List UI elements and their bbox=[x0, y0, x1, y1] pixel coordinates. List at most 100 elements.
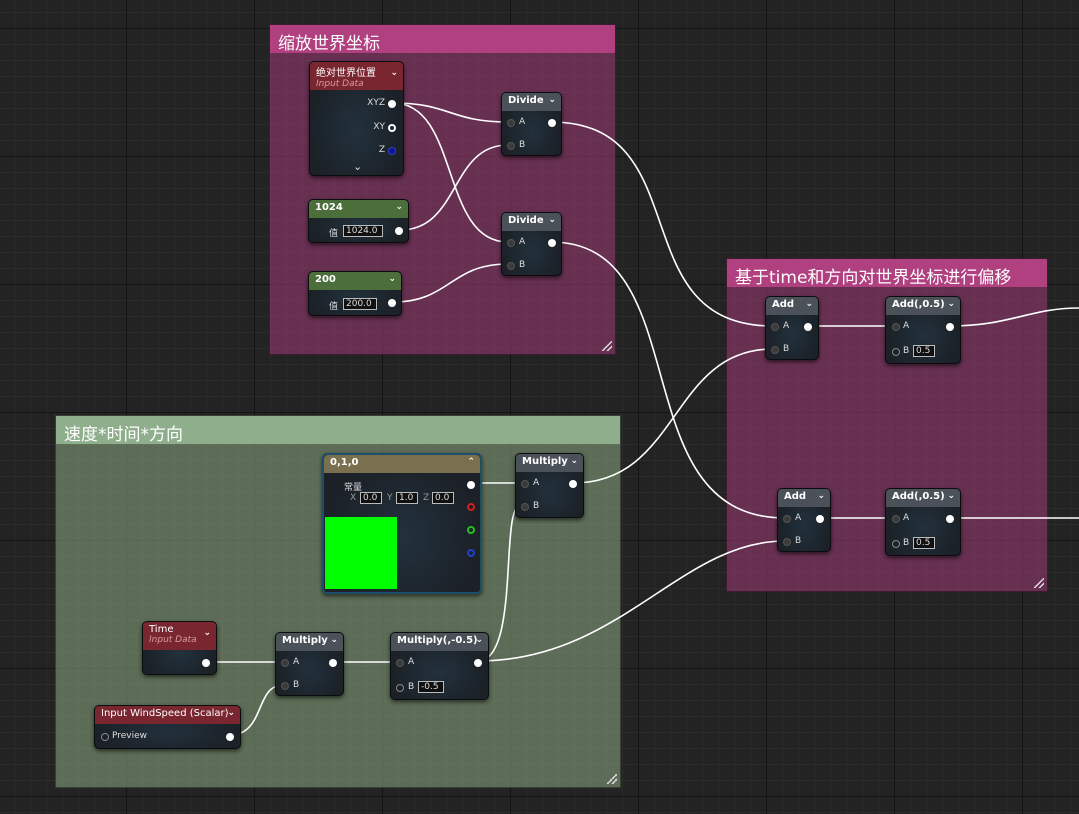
b-value-input[interactable]: 0.5 bbox=[913, 537, 935, 549]
node-header[interactable]: Multiply ⌄ bbox=[516, 454, 583, 472]
pin-output[interactable] bbox=[946, 323, 954, 331]
pin-output[interactable] bbox=[474, 659, 482, 667]
node-add-half-2[interactable]: Add(,0.5) ⌄ A B 0.5 bbox=[885, 488, 961, 556]
node-header[interactable]: Add(,0.5) ⌄ bbox=[886, 489, 960, 507]
y-value-input[interactable]: 1.0 bbox=[396, 492, 418, 504]
pin-output[interactable] bbox=[226, 733, 234, 741]
chevron-down-icon[interactable]: ⌄ bbox=[947, 491, 955, 501]
node-header[interactable]: Divide ⌄ bbox=[502, 93, 561, 111]
node-divide-2[interactable]: Divide ⌄ A B bbox=[501, 212, 562, 276]
pin-a[interactable] bbox=[281, 659, 289, 667]
node-header[interactable]: 200 ⌄ bbox=[309, 272, 401, 290]
node-header[interactable]: Add(,0.5) ⌄ bbox=[886, 297, 960, 315]
pin-preview-input[interactable] bbox=[101, 733, 109, 741]
pin-b[interactable] bbox=[521, 503, 529, 511]
z-value-input[interactable]: 0.0 bbox=[432, 492, 454, 504]
pin-a[interactable] bbox=[892, 515, 900, 523]
chevron-down-icon[interactable]: ⌄ bbox=[548, 95, 556, 105]
chevron-down-icon[interactable]: ⌄ bbox=[475, 635, 483, 645]
pin-output-b[interactable] bbox=[467, 549, 475, 557]
node-header[interactable]: Add ⌄ bbox=[778, 489, 830, 507]
node-constant-1024[interactable]: 1024 ⌄ 值 1024.0 bbox=[308, 199, 409, 243]
pin-output[interactable] bbox=[202, 659, 210, 667]
value-input[interactable]: 1024.0 bbox=[343, 225, 383, 237]
node-divide-1[interactable]: Divide ⌄ A B bbox=[501, 92, 562, 156]
chevron-down-icon[interactable]: ⌄ bbox=[227, 708, 235, 718]
pin-a[interactable] bbox=[396, 659, 404, 667]
expand-chevron-icon[interactable]: ⌄ bbox=[353, 160, 362, 173]
pin-b[interactable] bbox=[396, 684, 404, 692]
pin-z[interactable] bbox=[388, 147, 396, 155]
resize-grip-icon[interactable] bbox=[1034, 578, 1044, 588]
pin-a[interactable] bbox=[771, 323, 779, 331]
pin-output[interactable] bbox=[395, 227, 403, 235]
node-time[interactable]: Time Input Data ⌄ bbox=[142, 621, 217, 675]
pin-xyz[interactable] bbox=[388, 100, 396, 108]
resize-grip-icon[interactable] bbox=[602, 341, 612, 351]
chevron-down-icon[interactable]: ⌄ bbox=[817, 491, 825, 501]
node-add-2[interactable]: Add ⌄ A B bbox=[777, 488, 831, 552]
comment-title[interactable]: 缩放世界坐标 bbox=[270, 25, 615, 54]
pin-output-rgb[interactable] bbox=[467, 481, 475, 489]
node-constant-200[interactable]: 200 ⌄ 值 200.0 bbox=[308, 271, 402, 316]
x-value-input[interactable]: 0.0 bbox=[360, 492, 382, 504]
node-add-half-1[interactable]: Add(,0.5) ⌄ A B 0.5 bbox=[885, 296, 961, 364]
node-header[interactable]: Input WindSpeed (Scalar) ⌄ bbox=[95, 706, 240, 724]
chevron-down-icon[interactable]: ⌄ bbox=[548, 215, 556, 225]
pin-output[interactable] bbox=[329, 659, 337, 667]
pin-b[interactable] bbox=[771, 346, 779, 354]
node-constant-vector-010[interactable]: 0,1,0 ⌃ 常量 X 0.0 Y 1.0 Z 0.0 bbox=[322, 453, 482, 594]
chevron-down-icon[interactable]: ⌄ bbox=[947, 299, 955, 309]
b-value-input[interactable]: -0.5 bbox=[418, 681, 444, 693]
pin-output[interactable] bbox=[548, 239, 556, 247]
node-input-windspeed[interactable]: Input WindSpeed (Scalar) ⌄ Preview bbox=[94, 705, 241, 749]
pin-b[interactable] bbox=[507, 142, 515, 150]
chevron-down-icon[interactable]: ⌄ bbox=[395, 202, 403, 212]
node-header[interactable]: Multiply(,-0.5) ⌄ bbox=[391, 633, 488, 651]
pin-b[interactable] bbox=[783, 538, 791, 546]
node-header[interactable]: 1024 ⌄ bbox=[309, 200, 408, 218]
comment-title[interactable]: 速度*时间*方向 bbox=[56, 416, 620, 445]
node-add-1[interactable]: Add ⌄ A B bbox=[765, 296, 819, 360]
chevron-down-icon[interactable]: ⌄ bbox=[805, 299, 813, 309]
chevron-down-icon[interactable]: ⌄ bbox=[570, 456, 578, 466]
pin-output-r[interactable] bbox=[467, 503, 475, 511]
node-multiply-mid[interactable]: Multiply ⌄ A B bbox=[275, 632, 344, 696]
node-absolute-world-position[interactable]: 绝对世界位置 Input Data ⌄ XYZ XY Z ⌄ bbox=[309, 61, 404, 176]
node-multiply-top[interactable]: Multiply ⌄ A B bbox=[515, 453, 584, 518]
value-input[interactable]: 200.0 bbox=[343, 298, 377, 310]
chevron-down-icon[interactable]: ⌄ bbox=[330, 635, 338, 645]
pin-b[interactable] bbox=[507, 262, 515, 270]
chevron-down-icon[interactable]: ⌄ bbox=[390, 68, 398, 78]
pin-a[interactable] bbox=[521, 480, 529, 488]
chevron-down-icon[interactable]: ⌄ bbox=[203, 628, 211, 638]
pin-a[interactable] bbox=[783, 515, 791, 523]
pin-b[interactable] bbox=[892, 540, 900, 548]
node-header[interactable]: Time Input Data ⌄ bbox=[143, 622, 216, 650]
node-header[interactable]: Add ⌄ bbox=[766, 297, 818, 315]
node-header[interactable]: 绝对世界位置 Input Data ⌄ bbox=[310, 62, 403, 90]
node-header[interactable]: 0,1,0 ⌃ bbox=[324, 455, 480, 473]
node-header[interactable]: Divide ⌄ bbox=[502, 213, 561, 231]
comment-title[interactable]: 基于time和方向对世界坐标进行偏移 bbox=[727, 259, 1047, 288]
pin-a[interactable] bbox=[507, 119, 515, 127]
chevron-down-icon[interactable]: ⌄ bbox=[388, 274, 396, 284]
pin-a[interactable] bbox=[892, 323, 900, 331]
node-title: Time bbox=[149, 624, 174, 635]
pin-b[interactable] bbox=[281, 682, 289, 690]
pin-output[interactable] bbox=[548, 119, 556, 127]
pin-output[interactable] bbox=[388, 299, 396, 307]
node-header[interactable]: Multiply ⌄ bbox=[276, 633, 343, 651]
pin-b[interactable] bbox=[892, 348, 900, 356]
pin-output[interactable] bbox=[946, 515, 954, 523]
chevron-up-icon[interactable]: ⌃ bbox=[467, 457, 475, 467]
node-multiply-negative-half[interactable]: Multiply(,-0.5) ⌄ A B -0.5 bbox=[390, 632, 489, 700]
pin-a[interactable] bbox=[507, 239, 515, 247]
b-value-input[interactable]: 0.5 bbox=[913, 345, 935, 357]
pin-output-g[interactable] bbox=[467, 526, 475, 534]
pin-output[interactable] bbox=[569, 480, 577, 488]
pin-output[interactable] bbox=[816, 515, 824, 523]
pin-output[interactable] bbox=[804, 323, 812, 331]
pin-xy[interactable] bbox=[388, 124, 396, 132]
resize-grip-icon[interactable] bbox=[607, 774, 617, 784]
